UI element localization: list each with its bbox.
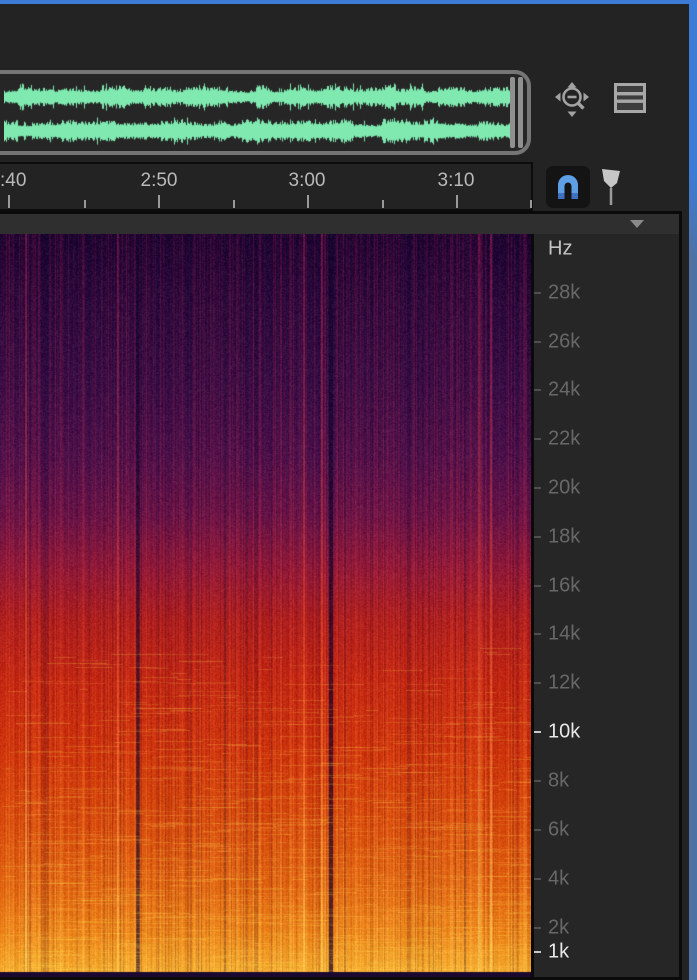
- frequency-label: 24k: [548, 378, 581, 401]
- frequency-tick: [534, 487, 541, 489]
- frequency-tick: [534, 341, 541, 343]
- frequency-label: 6k: [548, 818, 570, 841]
- frequency-label: 16k: [548, 574, 581, 597]
- frequency-label: 20k: [548, 476, 581, 499]
- frequency-tick: [534, 731, 541, 733]
- timeline-tick: [530, 200, 532, 208]
- frequency-tick: [534, 878, 541, 880]
- frequency-tick: [534, 585, 541, 587]
- marker-icon[interactable]: [599, 167, 623, 207]
- spectrogram[interactable]: [0, 234, 531, 977]
- spectral-header-bar: [0, 214, 679, 234]
- frequency-label: 2k: [548, 916, 570, 939]
- frequency-tick: [534, 438, 541, 440]
- timeline-tick: [8, 195, 10, 208]
- frequency-label: 22k: [548, 427, 581, 450]
- navigator-right-handle[interactable]: [510, 77, 523, 148]
- timeline-label: 3:10: [437, 170, 475, 191]
- overview-waveform: [4, 76, 512, 149]
- panel-menu-icon[interactable]: [614, 83, 646, 113]
- frequency-tick: [534, 682, 541, 684]
- frequency-label: 4k: [548, 867, 570, 890]
- window-top-border: [0, 0, 697, 4]
- timeline-tick: [84, 200, 86, 208]
- timeline-label: 3:00: [288, 170, 326, 191]
- timeline-tick: [158, 195, 160, 208]
- timeline-label: :40: [0, 170, 27, 191]
- snap-toggle-button[interactable]: [546, 166, 590, 208]
- frequency-tick: [534, 292, 541, 294]
- frequency-label: 12k: [548, 671, 581, 694]
- frequency-label: 14k: [548, 622, 581, 645]
- frequency-label: 28k: [548, 281, 581, 304]
- window-right-border: [689, 0, 697, 980]
- frequency-tick: [534, 389, 541, 391]
- frequency-label: 1k: [548, 940, 570, 963]
- frequency-ruler[interactable]: Hz 28k 26k 24k 22k 20k 18k 16k 14k 12k 10k 8k 6k 4k 2…: [534, 234, 679, 977]
- frequency-label: 8k: [548, 769, 570, 792]
- chevron-down-icon[interactable]: [630, 220, 644, 228]
- frequency-tick: [534, 633, 541, 635]
- timeline-ruler[interactable]: :40 2:50 3:00 3:10: [0, 162, 533, 211]
- timeline-tick: [233, 200, 235, 208]
- frequency-label: 26k: [548, 330, 581, 353]
- frequency-label: 10k: [548, 720, 581, 743]
- timeline-tick: [456, 195, 458, 208]
- frequency-label: 18k: [548, 525, 581, 548]
- timeline-tick: [307, 195, 309, 208]
- timeline-tick: [382, 200, 384, 208]
- waveform-overview-navigator[interactable]: [0, 70, 531, 155]
- frequency-tick: [534, 927, 541, 929]
- magnet-icon: [558, 175, 578, 199]
- spectral-display-panel: Hz 28k 26k 24k 22k 20k 18k 16k 14k 12k 10k 8k 6k 4k 2…: [0, 211, 682, 980]
- frequency-tick: [534, 951, 541, 953]
- timeline-label: 2:50: [140, 170, 178, 191]
- zoom-navigator-icon[interactable]: [553, 80, 593, 120]
- frequency-tick: [534, 829, 541, 831]
- frequency-tick: [534, 780, 541, 782]
- frequency-unit-label: Hz: [548, 237, 573, 260]
- frequency-tick: [534, 536, 541, 538]
